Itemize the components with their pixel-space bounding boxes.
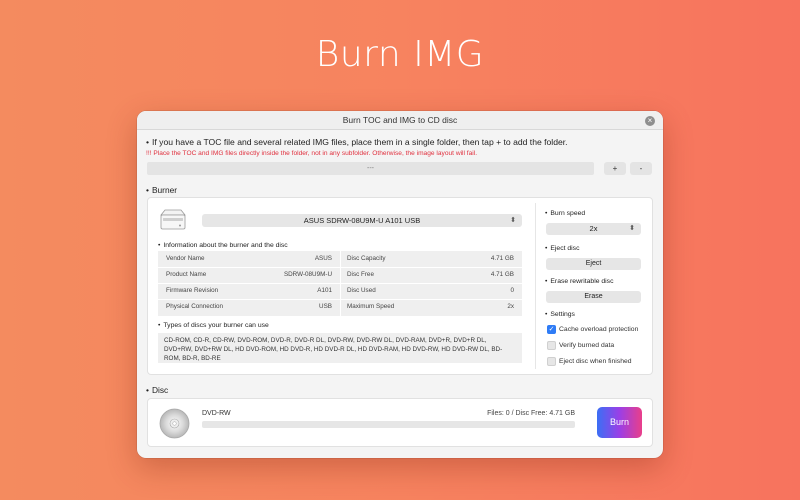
- types-heading: • Types of discs your burner can use: [158, 322, 269, 329]
- window-title: Burn TOC and IMG to CD disc: [342, 115, 458, 125]
- types-heading-text: Types of discs your burner can use: [163, 322, 269, 329]
- disc-type: DVD-RW: [202, 410, 231, 417]
- remove-folder-button[interactable]: -: [630, 162, 652, 175]
- info-value: 0: [510, 287, 514, 294]
- drive-select[interactable]: ASUS SDRW-08U9M-U A101 USB ⬍: [202, 214, 522, 227]
- disc-status: Files: 0 / Disc Free: 4.71 GB: [487, 410, 575, 417]
- info-label: Physical Connection: [166, 303, 224, 310]
- disc-icon: [159, 408, 190, 439]
- info-label: Disc Free: [347, 271, 374, 278]
- info-grid: Vendor Name ASUS Product Name SDRW-08U9M…: [158, 251, 522, 316]
- info-heading: • Information about the burner and the di…: [158, 242, 288, 249]
- info-label: Maximum Speed: [347, 303, 395, 310]
- info-label: Firmware Revision: [166, 287, 219, 294]
- info-heading-text: Information about the burner and the dis…: [163, 242, 288, 249]
- erase-button[interactable]: Erase: [546, 291, 641, 303]
- setting-verify-data[interactable]: Verify burned data: [547, 341, 614, 350]
- window-titlebar: Burn TOC and IMG to CD disc ×: [137, 111, 663, 130]
- setting-label: Cache overload protection: [559, 326, 639, 333]
- erase-label: • Erase rewritable disc: [545, 278, 614, 285]
- burn-progress-bar: [202, 421, 575, 428]
- intro-text: • If you have a TOC file and several rela…: [146, 137, 568, 147]
- options-divider: [535, 203, 536, 369]
- warning-text: !!! Place the TOC and IMG files directly…: [146, 150, 478, 157]
- settings-label: • Settings: [545, 311, 575, 318]
- chevron-updown-icon: ⬍: [510, 217, 516, 224]
- optical-drive-icon: [160, 209, 186, 230]
- setting-label: Verify burned data: [559, 342, 615, 349]
- intro-label: If you have a TOC file and several relat…: [152, 137, 568, 147]
- info-value: A101: [317, 287, 332, 294]
- burn-speed-label-text: Burn speed: [550, 210, 586, 217]
- close-icon[interactable]: ×: [645, 115, 655, 126]
- info-value: ASUS: [314, 255, 332, 262]
- setting-label: Eject disc when finished: [559, 358, 632, 365]
- eject-label-text: Eject disc: [550, 245, 580, 252]
- checkbox-checked-icon[interactable]: ✓: [547, 325, 556, 334]
- info-grid-line: [158, 267, 522, 268]
- info-label: Disc Capacity: [347, 255, 386, 262]
- add-folder-button[interactable]: +: [604, 162, 626, 175]
- setting-cache-overload[interactable]: ✓ Cache overload protection: [547, 325, 638, 334]
- drive-select-value: ASUS SDRW-08U9M-U A101 USB: [303, 216, 421, 225]
- burn-speed-label: • Burn speed: [545, 210, 586, 217]
- setting-eject-when-finished[interactable]: Eject disc when finished: [547, 357, 632, 366]
- eject-button[interactable]: Eject: [546, 258, 641, 270]
- info-value: 4.71 GB: [490, 255, 514, 262]
- eject-label: • Eject disc: [545, 245, 580, 252]
- disc-types-text: CD-ROM, CD-R, CD-RW, DVD-ROM, DVD-R, DVD…: [158, 333, 522, 363]
- info-value: 4.71 GB: [490, 271, 514, 278]
- burner-section-label: • Burner: [146, 185, 178, 195]
- burner-section-text: Burner: [151, 185, 178, 195]
- checkbox-unchecked-icon[interactable]: [547, 341, 556, 350]
- burn-speed-value: 2x: [589, 224, 598, 233]
- burn-button[interactable]: Burn: [597, 407, 642, 438]
- info-label: Disc Used: [347, 287, 376, 294]
- burn-window: Burn TOC and IMG to CD disc × • If you ha…: [137, 111, 663, 458]
- info-value: USB: [319, 303, 332, 310]
- settings-label-text: Settings: [550, 311, 575, 318]
- info-value: 2x: [507, 303, 514, 310]
- info-value: SDRW-08U9M-U: [283, 271, 332, 278]
- chevron-updown-icon: ⬍: [629, 225, 635, 232]
- hero-title: Burn IMG: [315, 34, 485, 75]
- erase-label-text: Erase rewritable disc: [550, 278, 614, 285]
- checkbox-unchecked-icon[interactable]: [547, 357, 556, 366]
- disc-section-label: • Disc: [146, 385, 169, 395]
- info-label: Vendor Name: [166, 255, 205, 262]
- burn-speed-select[interactable]: 2x ⬍: [546, 223, 641, 235]
- info-label: Product Name: [166, 271, 207, 278]
- folder-field[interactable]: ---: [147, 162, 594, 175]
- disc-section-text: Disc: [151, 385, 169, 395]
